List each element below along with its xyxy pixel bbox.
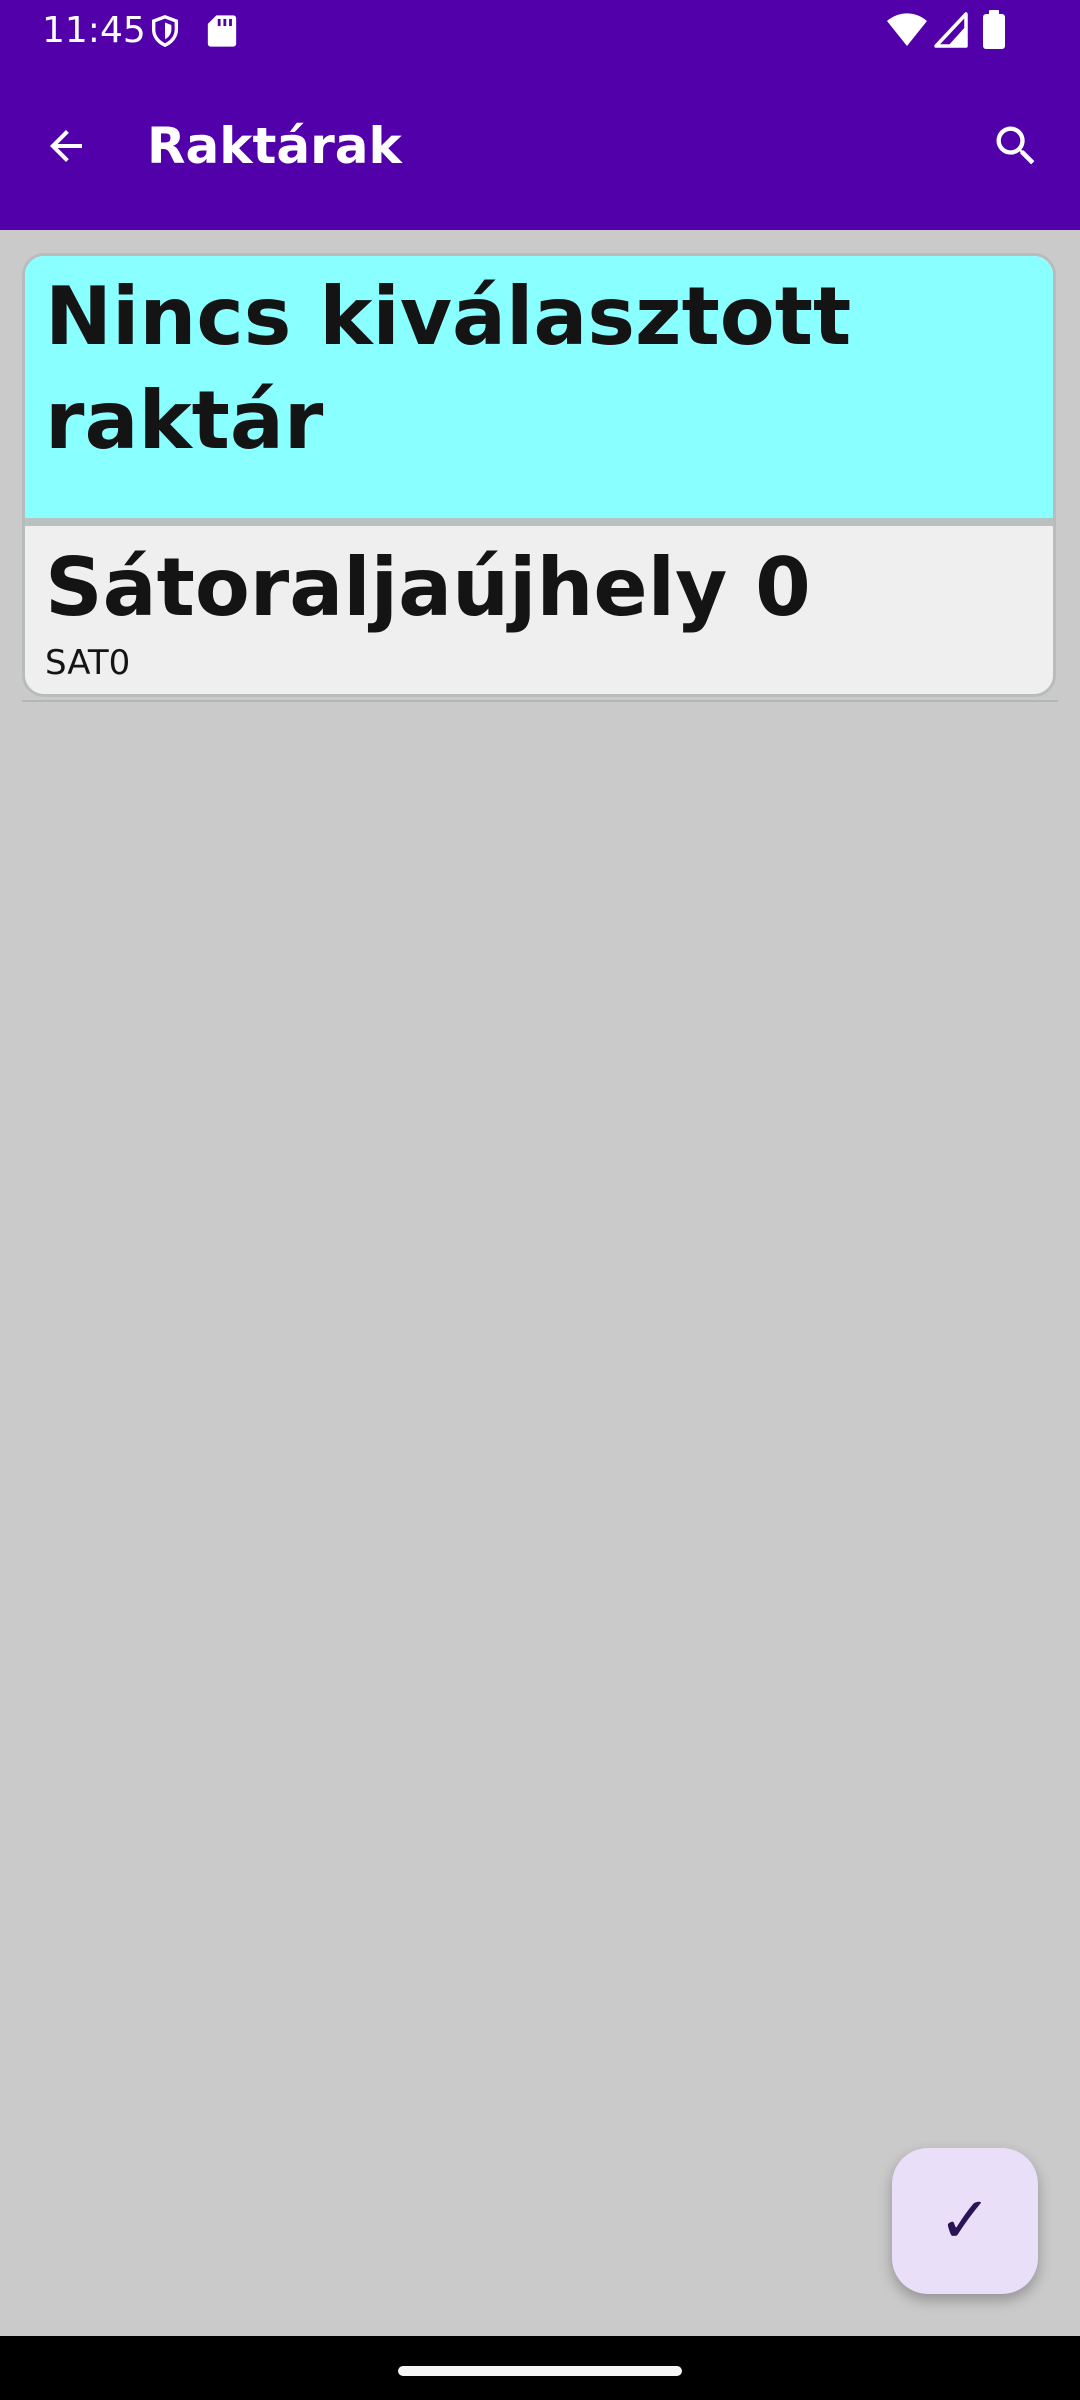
page-title: Raktárak <box>147 117 402 175</box>
signal-icon <box>934 12 968 48</box>
status-time: 11:45 <box>42 10 146 51</box>
list-item[interactable]: Sátoraljaújhely 0 SAT0 <box>25 526 1053 694</box>
battery-icon <box>983 10 1005 49</box>
home-indicator[interactable] <box>398 2366 682 2376</box>
arrow-back-icon <box>50 130 82 162</box>
shield-icon <box>151 15 179 48</box>
status-bar: 11:45 <box>0 0 1080 62</box>
list-item-selected[interactable]: Nincs kiválasztott raktár <box>25 256 1053 526</box>
list-divider <box>22 700 1058 702</box>
list-item-title: Sátoraljaújhely 0 <box>45 541 811 634</box>
search-icon <box>996 126 1035 165</box>
wifi-icon <box>887 13 927 47</box>
back-button[interactable] <box>30 110 102 182</box>
app-bar: Raktárak <box>0 62 1080 230</box>
list-item-title: Nincs kiválasztott raktár <box>45 270 852 467</box>
search-button[interactable] <box>980 110 1052 182</box>
warehouse-list: Nincs kiválasztott raktár Sátoraljaújhel… <box>22 253 1056 697</box>
confirm-button[interactable]: ✓ <box>892 2148 1038 2294</box>
sd-card-icon <box>207 15 237 47</box>
check-icon: ✓ <box>938 2184 992 2258</box>
list-item-code: SAT0 <box>45 643 131 683</box>
navigation-bar <box>0 2336 1080 2400</box>
